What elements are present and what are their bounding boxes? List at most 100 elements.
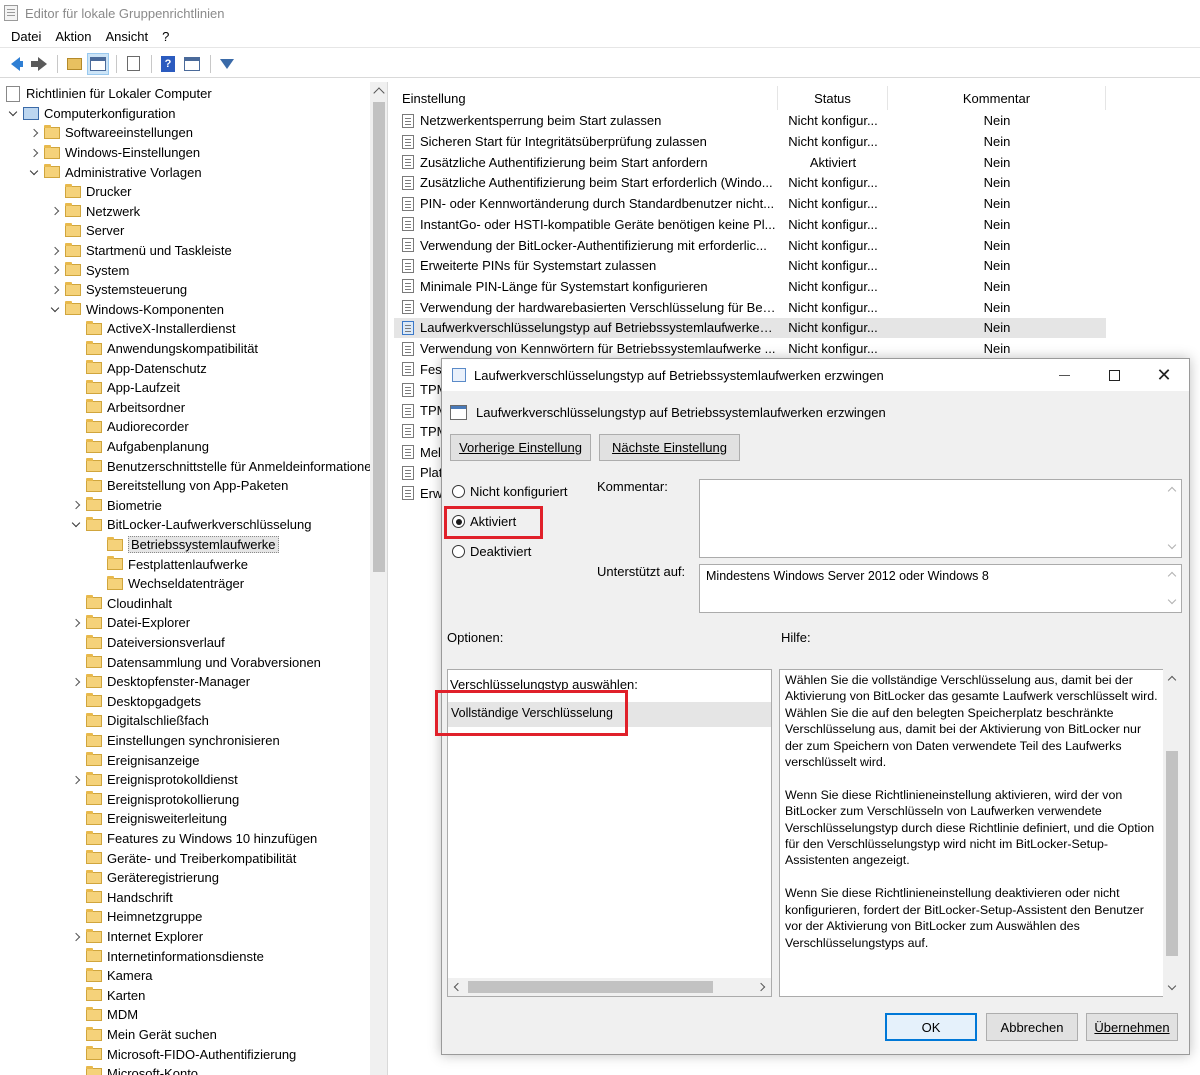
tree-item[interactable]: Systemsteuerung: [48, 280, 187, 300]
tree-item[interactable]: Geräteregistrierung: [69, 868, 219, 888]
chevron-right-icon[interactable]: [48, 263, 62, 277]
help-scrollbar[interactable]: [1163, 669, 1181, 997]
tree-item[interactable]: Handschrift: [69, 888, 173, 908]
tree-item[interactable]: Bereitstellung von App-Paketen: [69, 476, 288, 496]
comment-scrollbar[interactable]: [1164, 480, 1181, 557]
scroll-up-icon[interactable]: [373, 87, 385, 99]
chevron-right-icon[interactable]: [69, 616, 83, 630]
tree-item[interactable]: Mein Gerät suchen: [69, 1025, 217, 1045]
export-list-icon[interactable]: [122, 53, 144, 75]
maximize-icon[interactable]: [1089, 359, 1139, 391]
tree-item[interactable]: Festplattenlaufwerke: [90, 554, 248, 574]
list-row[interactable]: Erweiterte PINs für Systemstart zulassen…: [394, 255, 1106, 276]
list-row[interactable]: Minimale PIN-Länge für Systemstart konfi…: [394, 276, 1106, 297]
tree-item[interactable]: Richtlinien für Lokaler Computer: [6, 84, 212, 104]
forward-arrow-icon[interactable]: [28, 53, 50, 75]
list-row[interactable]: Sicheren Start für Integritätsüberprüfun…: [394, 131, 1106, 152]
tree-item[interactable]: ActiveX-Installerdienst: [69, 319, 236, 339]
options-scroll-thumb[interactable]: [468, 981, 713, 993]
radio-disabled-circle[interactable]: [452, 545, 465, 558]
properties-icon[interactable]: [181, 53, 203, 75]
column-status[interactable]: Status: [778, 86, 888, 110]
tree-item[interactable]: Datei-Explorer: [69, 613, 190, 633]
tree-item[interactable]: Karten: [69, 986, 145, 1006]
tree-item[interactable]: Ereignisweiterleitung: [69, 809, 227, 829]
chevron-right-icon[interactable]: [27, 126, 41, 140]
tree-item[interactable]: Computerkonfiguration: [6, 104, 176, 124]
comment-textbox[interactable]: [699, 479, 1182, 558]
filter-icon[interactable]: [216, 53, 238, 75]
tree-item[interactable]: Internetinformationsdienste: [69, 946, 264, 966]
policy-tree[interactable]: Richtlinien für Lokaler Computer Computer…: [0, 82, 388, 1075]
supported-scrollbar[interactable]: [1164, 565, 1181, 612]
list-row[interactable]: Verwendung der BitLocker-Authentifizieru…: [394, 235, 1106, 256]
list-row[interactable]: InstantGo- oder HSTI-kompatible Geräte b…: [394, 214, 1106, 235]
list-row[interactable]: Verwendung der hardwarebasierten Verschl…: [394, 297, 1106, 318]
tree-item[interactable]: Server: [48, 221, 124, 241]
chevron-right-icon[interactable]: [27, 146, 41, 160]
apply-button[interactable]: Übernehmen: [1086, 1013, 1178, 1041]
tree-item[interactable]: MDM: [69, 1005, 138, 1025]
chevron-down-icon[interactable]: [69, 518, 83, 532]
minimize-icon[interactable]: [1039, 359, 1089, 391]
tree-item[interactable]: Biometrie: [69, 496, 162, 516]
show-hide-tree-icon[interactable]: [87, 52, 109, 75]
tree-item[interactable]: Wechseldatenträger: [90, 574, 244, 594]
chevron-right-icon[interactable]: [48, 283, 62, 297]
tree-item[interactable]: App-Datenschutz: [69, 358, 207, 378]
scroll-down-icon[interactable]: [1167, 981, 1177, 991]
tree-item[interactable]: Features zu Windows 10 hinzufügen: [69, 829, 317, 849]
tree-item[interactable]: Drucker: [48, 182, 132, 202]
menu-datei[interactable]: Datei: [4, 27, 48, 46]
tree-item[interactable]: Audiorecorder: [69, 417, 189, 437]
next-setting-button[interactable]: Nächste Einstellung: [599, 434, 740, 461]
tree-item[interactable]: Cloudinhalt: [69, 594, 172, 614]
help-scroll-thumb[interactable]: [1166, 751, 1178, 956]
tree-item[interactable]: BitLocker-Laufwerkverschlüsselung: [69, 515, 311, 535]
scroll-right-icon[interactable]: [756, 982, 766, 992]
chevron-right-icon[interactable]: [69, 773, 83, 787]
tree-item[interactable]: Windows-Komponenten: [48, 300, 224, 320]
tree-item[interactable]: Arbeitsordner: [69, 398, 185, 418]
radio-disabled[interactable]: Deaktiviert: [452, 544, 531, 559]
scroll-up-icon[interactable]: [1167, 675, 1177, 685]
tree-item[interactable]: Betriebssystemlaufwerke: [90, 535, 279, 555]
column-setting[interactable]: Einstellung: [394, 86, 778, 110]
tree-item[interactable]: Aufgabenplanung: [69, 437, 209, 457]
tree-item[interactable]: Startmenü und Taskleiste: [48, 241, 232, 261]
list-row[interactable]: PIN- oder Kennwortänderung durch Standar…: [394, 193, 1106, 214]
tree-item[interactable]: Ereignisprotokollierung: [69, 790, 239, 810]
list-row[interactable]: Zusätzliche Authentifizierung beim Start…: [394, 173, 1106, 194]
cancel-button[interactable]: Abbrechen: [986, 1013, 1078, 1041]
tree-item[interactable]: Geräte- und Treiberkompatibilität: [69, 848, 296, 868]
tree-item[interactable]: Digitalschließfach: [69, 711, 209, 731]
tree-item[interactable]: Microsoft-Konto: [69, 1064, 198, 1075]
chevron-right-icon[interactable]: [69, 675, 83, 689]
tree-item[interactable]: System: [48, 260, 129, 280]
list-row[interactable]: Verwendung von Kennwörtern für Betriebss…: [394, 338, 1106, 359]
back-arrow-icon[interactable]: [4, 53, 26, 75]
tree-item[interactable]: Einstellungen synchronisieren: [69, 731, 280, 751]
menu-aktion[interactable]: Aktion: [48, 27, 98, 46]
tree-item[interactable]: Anwendungskompatibilität: [69, 339, 258, 359]
column-comment[interactable]: Kommentar: [888, 86, 1106, 110]
ok-button[interactable]: OK: [885, 1013, 977, 1041]
tree-item[interactable]: Heimnetzgruppe: [69, 907, 202, 927]
tree-item[interactable]: Softwareeinstellungen: [27, 123, 193, 143]
radio-not-configured[interactable]: Nicht konfiguriert: [452, 484, 568, 499]
tree-scroll-thumb[interactable]: [373, 102, 385, 572]
tree-item[interactable]: Ereignisanzeige: [69, 750, 200, 770]
options-hscrollbar[interactable]: [448, 978, 771, 996]
tree-scrollbar[interactable]: [370, 82, 387, 1075]
menu-ansicht[interactable]: Ansicht: [99, 27, 156, 46]
chevron-down-icon[interactable]: [27, 165, 41, 179]
tree-item[interactable]: Ereignisprotokolldienst: [69, 770, 238, 790]
chevron-down-icon[interactable]: [48, 302, 62, 316]
chevron-down-icon[interactable]: [6, 106, 20, 120]
chevron-right-icon[interactable]: [69, 930, 83, 944]
scroll-left-icon[interactable]: [453, 982, 463, 992]
close-icon[interactable]: ✕: [1139, 359, 1189, 391]
tree-item[interactable]: Netzwerk: [48, 202, 140, 222]
help-icon[interactable]: ?: [157, 53, 179, 75]
previous-setting-button[interactable]: Vorherige Einstellung: [450, 434, 591, 461]
